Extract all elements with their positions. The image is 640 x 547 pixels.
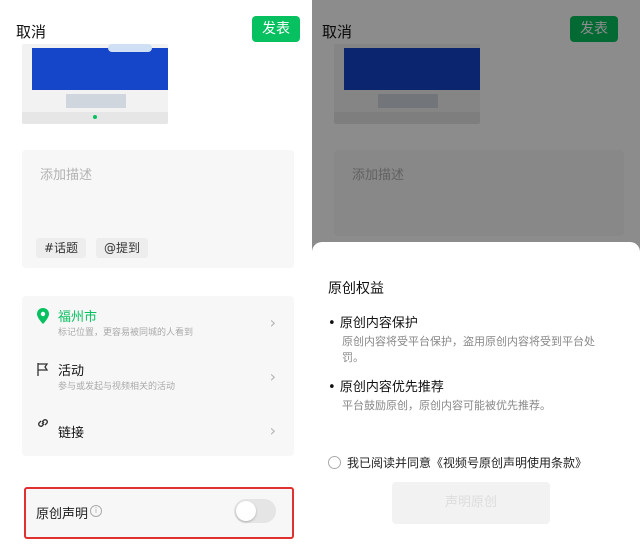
cancel-button[interactable]: 取消 — [16, 21, 46, 42]
post-options: 福州市 标记位置，更容易被同城的人看到 › 活动 参与或发起与视频相关的活动 ›… — [22, 296, 294, 456]
agreement-checkbox[interactable]: 我已阅读并同意《视频号原创声明使用条款》 — [328, 454, 587, 471]
thumbnail-indicator — [93, 115, 97, 119]
declare-original-button[interactable]: 声明原创 — [392, 482, 550, 524]
thumbnail-building — [66, 94, 126, 108]
location-subtitle: 标记位置，更容易被同城的人看到 — [58, 328, 194, 338]
chevron-right-icon: › — [269, 367, 276, 386]
video-thumbnail[interactable] — [22, 44, 168, 124]
benefit-heading-text: 原创内容保护 — [339, 316, 418, 331]
link-title: 链接 — [58, 426, 85, 441]
chevron-right-icon: › — [269, 421, 276, 440]
publish-button[interactable]: 发表 — [252, 16, 300, 42]
activity-title: 活动 — [58, 364, 85, 379]
info-icon[interactable]: i — [90, 505, 102, 517]
mention-tag-button[interactable]: @提到 — [96, 238, 149, 258]
location-title: 福州市 — [58, 310, 98, 325]
chevron-right-icon: › — [269, 313, 276, 332]
description-input[interactable]: 添加描述 #话题 @提到 — [22, 150, 294, 268]
original-declaration-screen: 取消 发表 添加描述 原创权益 • 原创内容保护 原创内容将受平台保护，盗用原创… — [312, 0, 640, 547]
original-declaration-row: 原创声明 i — [24, 487, 294, 539]
benefit-text: 原创内容将受平台保护，盗用原创内容将受到平台处罚。 — [342, 335, 595, 364]
description-placeholder: 添加描述 — [40, 168, 93, 183]
post-editor-screen: 取消 发表 添加描述 #话题 @提到 福州市 标记位置，更容易被同城的人看到 ›… — [0, 0, 312, 547]
original-declaration-label: 原创声明 — [36, 507, 89, 522]
toggle-knob — [236, 501, 256, 521]
link-icon — [36, 416, 50, 430]
link-option[interactable]: 链接 › — [22, 404, 294, 456]
activity-option[interactable]: 活动 参与或发起与视频相关的活动 › — [22, 350, 294, 402]
radio-icon[interactable] — [328, 456, 341, 469]
thumbnail-cloud — [108, 44, 152, 52]
benefit-text: 平台鼓励原创，原创内容可能被优先推荐。 — [342, 399, 551, 412]
benefit-heading-text: 原创内容优先推荐 — [339, 380, 444, 395]
thumbnail-image — [32, 48, 168, 90]
original-declaration-toggle[interactable] — [234, 499, 276, 523]
original-rights-sheet: 原创权益 • 原创内容保护 原创内容将受平台保护，盗用原创内容将受到平台处罚。 … — [312, 242, 640, 547]
flag-icon — [36, 362, 50, 376]
agreement-text: 我已阅读并同意《视频号原创声明使用条款》 — [347, 456, 588, 470]
location-option[interactable]: 福州市 标记位置，更容易被同城的人看到 › — [22, 296, 294, 348]
topic-tag-button[interactable]: #话题 — [36, 238, 87, 258]
sheet-title: 原创权益 — [328, 281, 384, 297]
location-pin-icon — [36, 308, 50, 324]
benefit-heading: • 原创内容保护 — [328, 316, 418, 331]
activity-subtitle: 参与或发起与视频相关的活动 — [58, 382, 176, 392]
benefit-heading: • 原创内容优先推荐 — [328, 380, 444, 395]
